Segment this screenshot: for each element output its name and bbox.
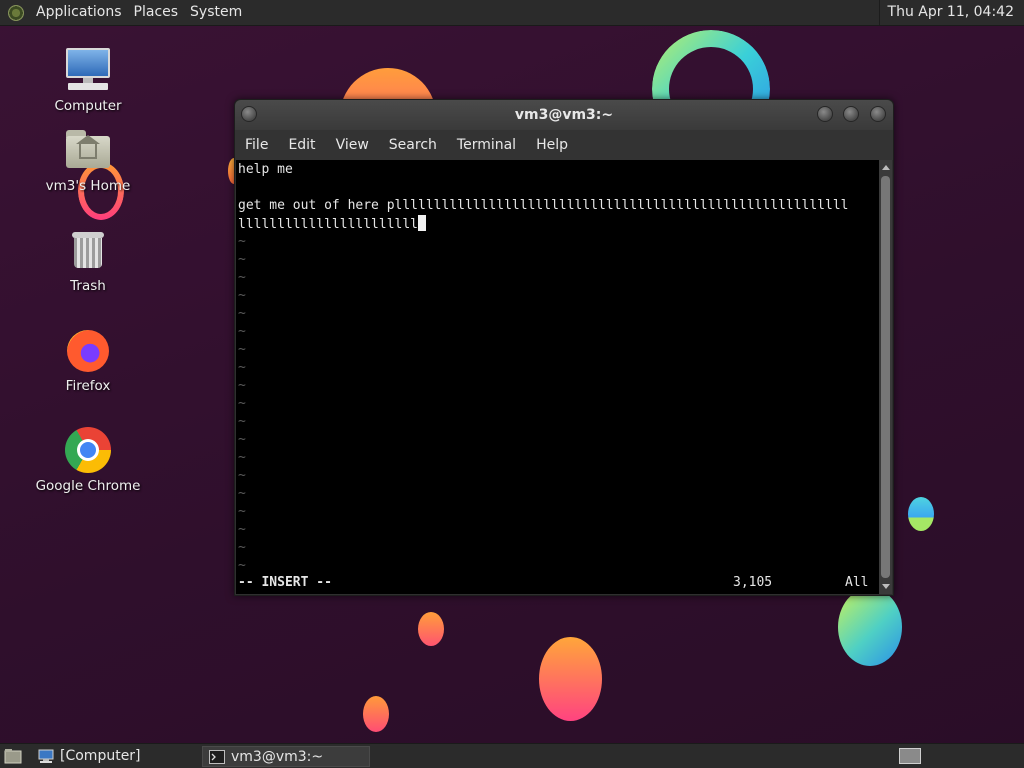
terminal-window: vm3@vm3:~ File Edit View Search Terminal… <box>234 99 894 596</box>
bottom-panel: [Computer] vm3@vm3:~ <box>0 743 1024 768</box>
empty-line-marker: ~ <box>238 360 246 375</box>
minimize-button[interactable] <box>817 106 833 122</box>
vim-mode-indicator: -- INSERT -- <box>238 575 332 590</box>
empty-line-marker: ~ <box>238 306 246 321</box>
editor-line: lllllllllllllllllllllll <box>238 215 427 233</box>
workspace-switcher[interactable] <box>899 748 921 764</box>
menu-file[interactable]: File <box>235 130 278 160</box>
wallpaper-blob <box>539 637 602 721</box>
close-button[interactable] <box>870 106 886 122</box>
empty-line-marker: ~ <box>238 270 246 285</box>
window-title: vm3@vm3:~ <box>514 107 614 123</box>
terminal-menubar: File Edit View Search Terminal Help <box>235 130 893 160</box>
empty-line-marker: ~ <box>238 234 246 249</box>
window-titlebar[interactable]: vm3@vm3:~ <box>235 100 893 130</box>
top-panel: Applications Places System Thu Apr 11, 0… <box>0 0 1024 26</box>
empty-line-marker: ~ <box>238 522 246 537</box>
scroll-up-icon[interactable] <box>882 165 890 170</box>
taskbar-item-computer[interactable]: [Computer] <box>32 746 196 767</box>
taskbar-item-terminal[interactable]: vm3@vm3:~ <box>202 746 370 767</box>
taskbar-item-label: [Computer] <box>60 748 141 764</box>
scrollbar-thumb[interactable] <box>881 176 890 578</box>
editor-line: help me <box>238 162 293 177</box>
wallpaper-blob <box>838 588 902 666</box>
maximize-button[interactable] <box>843 106 859 122</box>
desktop-icon-home[interactable]: vm3's Home <box>33 126 143 194</box>
desktop-icon-firefox[interactable]: Firefox <box>33 326 143 394</box>
empty-line-marker: ~ <box>238 558 246 573</box>
chrome-icon <box>64 426 112 474</box>
menu-search[interactable]: Search <box>379 130 447 160</box>
empty-line-marker: ~ <box>238 324 246 339</box>
scroll-down-icon[interactable] <box>882 584 890 589</box>
editor-line-text: lllllllllllllllllllllll <box>238 217 419 232</box>
empty-line-marker: ~ <box>238 540 246 555</box>
scroll-position: All <box>845 575 869 590</box>
wallpaper-blob <box>418 612 444 646</box>
text-cursor <box>418 215 427 231</box>
desktop-icon-label: Computer <box>54 98 122 114</box>
empty-line-marker: ~ <box>238 252 246 267</box>
desktop-icon-computer[interactable]: Computer <box>33 46 143 114</box>
empty-line-marker: ~ <box>238 504 246 519</box>
main-menu: Applications Places System <box>30 0 248 25</box>
terminal-icon <box>209 750 225 764</box>
terminal-screen[interactable]: help me get me out of here pllllllllllll… <box>236 160 879 594</box>
menu-places[interactable]: Places <box>128 0 185 25</box>
taskbar-item-label: vm3@vm3:~ <box>231 749 324 765</box>
menu-applications[interactable]: Applications <box>30 0 128 25</box>
desktop-icon-label: Firefox <box>65 378 111 394</box>
clock[interactable]: Thu Apr 11, 04:42 <box>880 0 1024 25</box>
empty-line-marker: ~ <box>238 486 246 501</box>
computer-icon <box>38 749 54 763</box>
wallpaper-blob <box>908 497 934 531</box>
empty-line-marker: ~ <box>238 396 246 411</box>
empty-line-marker: ~ <box>238 414 246 429</box>
show-desktop-icon[interactable] <box>4 748 22 764</box>
home-folder-icon <box>64 126 112 174</box>
desktop-icon-label: Google Chrome <box>35 478 141 494</box>
empty-line-marker: ~ <box>238 342 246 357</box>
empty-line-marker: ~ <box>238 468 246 483</box>
desktop-icon-label: vm3's Home <box>45 178 131 194</box>
desktop-icon-chrome[interactable]: Google Chrome <box>33 426 143 494</box>
menu-system[interactable]: System <box>184 0 248 25</box>
empty-line-marker: ~ <box>238 450 246 465</box>
window-menu-icon[interactable] <box>241 106 257 122</box>
desktop-icon-label: Trash <box>70 278 106 294</box>
menu-edit[interactable]: Edit <box>278 130 325 160</box>
editor-line: get me out of here pllllllllllllllllllll… <box>238 198 849 213</box>
empty-line-marker: ~ <box>238 378 246 393</box>
firefox-icon <box>64 326 112 374</box>
menu-terminal[interactable]: Terminal <box>447 130 526 160</box>
empty-line-marker: ~ <box>238 288 246 303</box>
trash-icon <box>64 226 112 274</box>
terminal-scrollbar[interactable] <box>879 160 892 594</box>
menu-view[interactable]: View <box>326 130 379 160</box>
menu-help[interactable]: Help <box>526 130 578 160</box>
cursor-position: 3,105 <box>733 575 773 590</box>
empty-line-marker: ~ <box>238 432 246 447</box>
computer-icon <box>64 46 112 94</box>
distro-logo-icon[interactable] <box>8 4 24 21</box>
desktop-icon-trash[interactable]: Trash <box>33 226 143 294</box>
wallpaper-blob <box>363 696 389 732</box>
